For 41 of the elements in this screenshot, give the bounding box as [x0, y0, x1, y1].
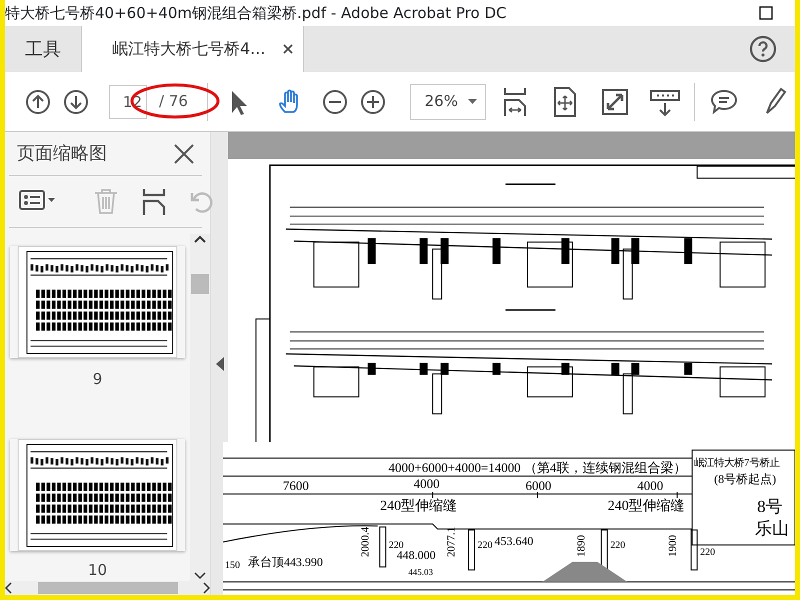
page-label: 9	[92, 369, 102, 390]
drawing-label: 453.640	[494, 534, 534, 548]
tab[interactable]: 岷江特大桥七号桥4...	[81, 26, 304, 72]
drawing-label: 承台顶443.990	[248, 554, 323, 569]
drawing-label: 220	[700, 546, 716, 558]
scroll-up-icon[interactable]	[194, 234, 206, 244]
scrollbar-thumb[interactable]	[38, 582, 178, 594]
drawing-label: 4000	[637, 478, 664, 494]
drawing-label: 7600	[282, 478, 309, 494]
maximize-icon[interactable]	[759, 6, 773, 20]
scroll-right-icon[interactable]	[202, 582, 210, 594]
page-label: 10	[88, 560, 108, 580]
drawing-label: 6000	[525, 478, 552, 494]
drawing-label: 1890	[575, 534, 588, 557]
drawing-label: 220	[610, 540, 626, 551]
close-icon[interactable]	[283, 44, 294, 54]
page-count: / 76	[158, 91, 189, 112]
zoom-dropdown[interactable]: 26%	[410, 84, 486, 120]
scroll-left-icon[interactable]	[5, 582, 13, 594]
drawing-label: 2000.4	[360, 526, 372, 558]
close-icon[interactable]	[174, 144, 194, 164]
panel-title: 页面缩略图	[17, 142, 107, 166]
help-icon[interactable]	[749, 35, 777, 63]
scrollbar-thumb[interactable]	[191, 274, 209, 294]
drawing-label: 岷江特大桥7号桥止	[694, 458, 780, 470]
drawing-label: 乐山	[755, 518, 790, 538]
drawing-label: 240型伸缩缝	[380, 499, 458, 514]
window-title: 特大桥七号桥40+60+40m钢混组合箱梁桥.pdf - Adobe Acrobat Pro DC	[5, 2, 506, 24]
drawing-label: 1900	[667, 534, 680, 557]
drawing-label: 8号	[757, 497, 783, 516]
drawing-label: 445.03	[408, 566, 433, 577]
drawing-label: 4000+6000+4000=14000 （第4联，连续钢混组合梁）	[388, 460, 686, 476]
scroll-down-icon[interactable]	[194, 571, 206, 581]
drawing-label: 240型伸缩缝	[608, 499, 685, 514]
drawing-label: 4000	[414, 476, 440, 492]
drawing-label: (8号桥起点)	[714, 472, 776, 486]
collapse-panel-icon[interactable]	[216, 356, 224, 370]
tab[interactable]: 工具	[5, 26, 81, 72]
drawing-label: 150	[225, 560, 240, 571]
caret-icon	[468, 99, 478, 104]
drawing-label: 220	[478, 540, 492, 551]
